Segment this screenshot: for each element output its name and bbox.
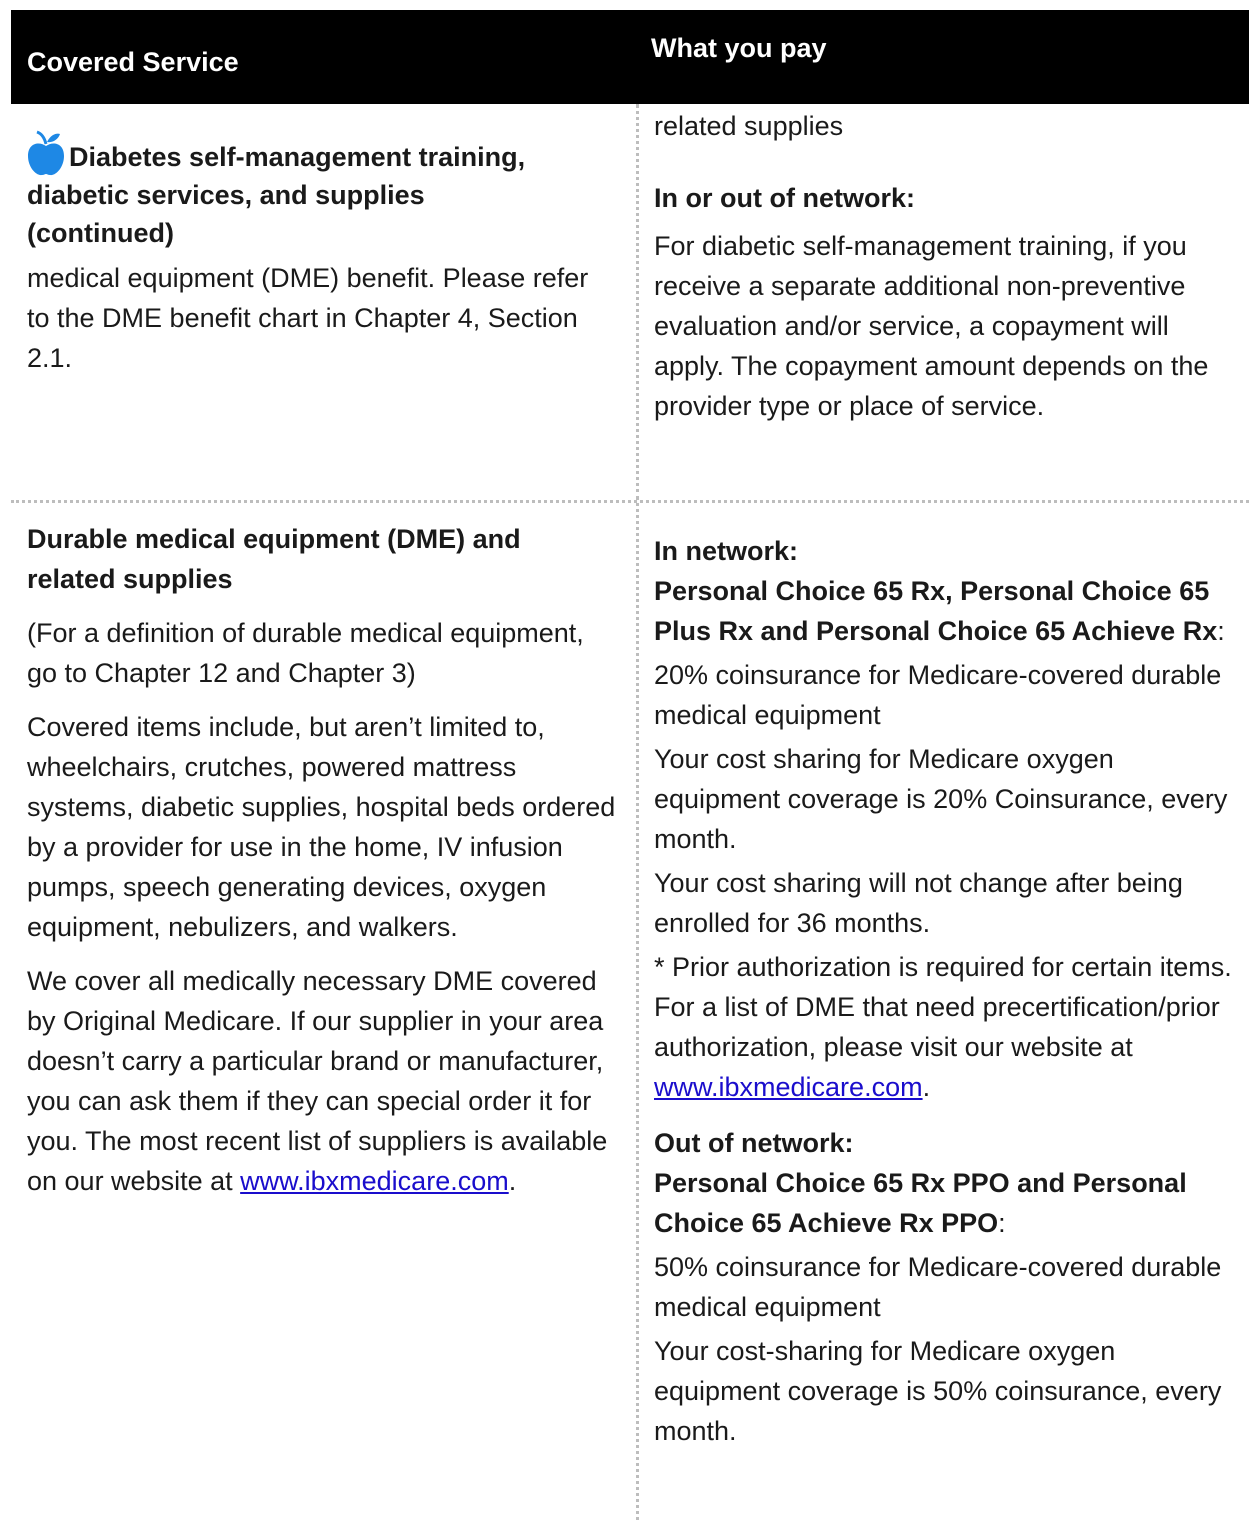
colon: :: [998, 1208, 1006, 1238]
header-covered-service: Covered Service: [27, 47, 239, 77]
what-you-pay-cell: related supplies In or out of network: F…: [636, 104, 1249, 500]
apple-icon: [28, 130, 64, 176]
out-network-oxygen: Your cost-sharing for Medicare oxygen eq…: [654, 1336, 1222, 1446]
period: .: [922, 1072, 931, 1102]
dme-coverage-body: We cover all medically necessary DME cov…: [27, 966, 608, 1196]
in-or-out-network-body: For diabetic self-management training, i…: [654, 231, 1209, 421]
out-network-plans: Personal Choice 65 Rx PPO and Personal C…: [654, 1163, 1234, 1243]
in-network-36-months: Your cost sharing will not change after …: [654, 868, 1183, 938]
diabetes-title-line2: diabetic services, and supplies: [27, 180, 425, 210]
benefits-table: Covered Service What you pay Diabetes se…: [11, 10, 1249, 1520]
in-network-coinsurance: 20% coinsurance for Medicare-covered dur…: [654, 660, 1222, 730]
in-network-oxygen: Your cost sharing for Medicare oxygen eq…: [654, 744, 1228, 854]
diabetes-body: medical equipment (DME) benefit. Please …: [27, 263, 589, 373]
colon: :: [1217, 616, 1225, 646]
out-network-label: Out of network:: [654, 1128, 854, 1158]
dme-coverage-text: We cover all medically necessary DME cov…: [27, 961, 617, 1201]
dme-covered-items: Covered items include, but aren’t limite…: [27, 712, 616, 942]
header-what-you-pay: What you pay: [651, 33, 827, 63]
out-network-plan-names: Personal Choice 65 Rx PPO and Personal C…: [654, 1168, 1187, 1238]
diabetes-title: Diabetes self-management training, diabe…: [27, 130, 621, 252]
table-header: Covered Service What you pay: [11, 10, 1249, 104]
prior-auth-text: * Prior authorization is required for ce…: [654, 952, 1232, 1062]
covered-service-cell: Durable medical equipment (DME) and rela…: [11, 503, 621, 1201]
in-or-out-network-heading: In or out of network:: [654, 183, 915, 213]
what-you-pay-cell: In network: Personal Choice 65 Rx, Perso…: [636, 503, 1249, 1520]
dme-title: Durable medical equipment (DME) and rela…: [27, 524, 521, 594]
prior-authorization: * Prior authorization is required for ce…: [654, 947, 1249, 1107]
diabetes-title-line1: Diabetes self-management training,: [69, 142, 526, 172]
in-network-label: In network:: [654, 536, 799, 566]
table-row-diabetes: Diabetes self-management training, diabe…: [11, 104, 1249, 503]
continued-text: related supplies: [654, 111, 844, 141]
in-network-plans: Personal Choice 65 Rx, Personal Choice 6…: [654, 571, 1244, 651]
website-link[interactable]: www.ibxmedicare.com: [654, 1072, 923, 1102]
period: .: [508, 1166, 517, 1196]
table-row-dme: Durable medical equipment (DME) and rela…: [11, 503, 1249, 1520]
diabetes-title-line3: (continued): [27, 218, 174, 248]
website-link[interactable]: www.ibxmedicare.com: [240, 1166, 509, 1196]
in-network-plan-names: Personal Choice 65 Rx, Personal Choice 6…: [654, 576, 1218, 646]
covered-service-cell: Diabetes self-management training, diabe…: [11, 104, 621, 378]
out-network-coinsurance: 50% coinsurance for Medicare-covered dur…: [654, 1252, 1222, 1322]
dme-definition: (For a definition of durable medical equ…: [27, 618, 584, 688]
